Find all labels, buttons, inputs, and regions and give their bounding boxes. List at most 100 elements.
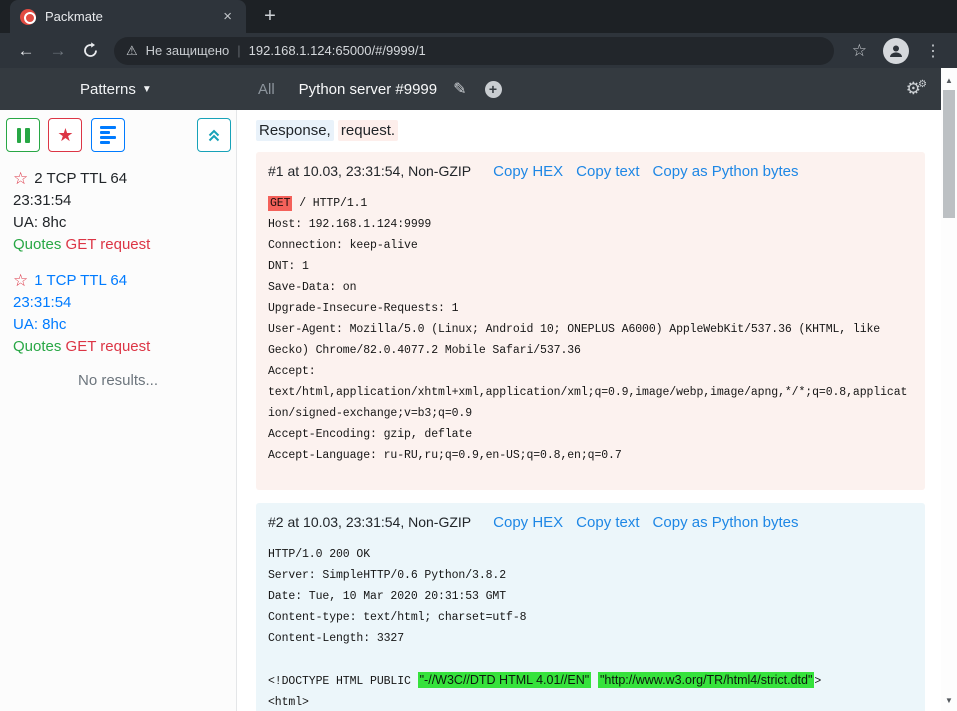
stream-tag: Quotes xyxy=(13,236,61,253)
packet-text: Server: SimpleHTTP/0.6 Python/3.8.2 xyxy=(268,569,506,582)
tab-close-icon[interactable]: × xyxy=(219,7,236,26)
packet-text: ion/signed-exchange;v=b3;q=0.9 xyxy=(268,407,472,420)
back-icon[interactable]: ← xyxy=(13,38,39,64)
url-text[interactable]: 192.168.1.124:65000/#/9999/1 xyxy=(249,43,426,58)
packet-line: <!DOCTYPE HTML PUBLIC "-//W3C//DTD HTML … xyxy=(268,670,913,692)
packet-text: > xyxy=(814,675,821,688)
stream-list-item[interactable]: ☆ 1 TCP TTL 6423:31:54UA: 8hcQuotes GET r… xyxy=(0,270,236,358)
address-bar[interactable]: ⚠ Не защищено | 192.168.1.124:65000/#/99… xyxy=(114,37,834,65)
packet-text: Content-type: text/html; charset=utf-8 xyxy=(268,611,526,624)
packet-line: User-Agent: Mozilla/5.0 (Linux; Android … xyxy=(268,319,913,340)
packet-line: Gecko) Chrome/82.0.4077.2 Mobile Safari/… xyxy=(268,340,913,361)
browser-tab[interactable]: Packmate × xyxy=(10,0,246,33)
packet-line: Upgrade-Insecure-Requests: 1 xyxy=(268,298,913,319)
packet-card-request: #1 at 10.03, 23:31:54, Non-GZIPCopy HEXC… xyxy=(256,152,925,490)
scroll-up-icon[interactable]: ▲ xyxy=(941,76,957,85)
list-view-button[interactable] xyxy=(91,118,125,152)
stream-item-ua: UA: 8hc xyxy=(13,314,228,336)
double-chevron-up-icon xyxy=(205,126,223,144)
copy-action-link[interactable]: Copy text xyxy=(576,514,639,531)
packet-text: Host: 192.168.1.124:9999 xyxy=(268,218,431,231)
scrollbar-thumb[interactable] xyxy=(943,90,955,218)
reload-icon[interactable] xyxy=(77,38,103,64)
gear-small-icon: ⚙ xyxy=(918,79,927,90)
stream-list: ☆2 TCP TTL 6423:31:54UA: 8hcQuotes GET r… xyxy=(0,168,236,358)
copy-action-link[interactable]: Copy as Python bytes xyxy=(653,163,799,180)
pause-icon xyxy=(17,128,30,143)
security-label[interactable]: Не защищено xyxy=(146,43,230,58)
forward-icon[interactable]: → xyxy=(45,38,71,64)
match-highlight: GET xyxy=(268,196,292,211)
packet-body: GET / HTTP/1.1 Host: 192.168.1.124:9999 Co… xyxy=(268,193,913,466)
collapse-sidebar-button[interactable] xyxy=(197,118,231,152)
tab-title: Packmate xyxy=(45,9,219,24)
copy-action-link[interactable]: Copy HEX xyxy=(493,163,563,180)
packet-line: Connection: keep-alive xyxy=(268,235,913,256)
packet-text: Connection: keep-alive xyxy=(268,239,418,252)
packet-line: Accept: xyxy=(268,361,913,382)
packet-text: User-Agent: Mozilla/5.0 (Linux; Android … xyxy=(268,323,880,336)
no-results-label: No results... xyxy=(0,372,236,389)
stream-item-tags: Quotes GET request xyxy=(13,336,228,358)
favorites-filter-button[interactable]: ★ xyxy=(48,118,82,152)
stream-item-tags: Quotes GET request xyxy=(13,234,228,256)
copy-action-link[interactable]: Copy HEX xyxy=(493,514,563,531)
packet-line: Content-type: text/html; charset=utf-8 xyxy=(268,607,913,628)
vertical-scrollbar[interactable]: ▲ ▼ xyxy=(941,68,957,711)
browser-tab-bar: Packmate × + xyxy=(0,0,957,33)
packet-text xyxy=(591,675,598,688)
packet-line: Server: SimpleHTTP/0.6 Python/3.8.2 xyxy=(268,565,913,586)
patterns-label: Patterns xyxy=(80,81,136,98)
packet-line xyxy=(268,649,913,670)
stream-item-ua: UA: 8hc xyxy=(13,212,228,234)
bookmark-star-icon[interactable]: ☆ xyxy=(852,41,867,61)
packet-line: Accept-Language: ru-RU,ru;q=0.9,en-US;q=… xyxy=(268,445,913,466)
stream-item-time: 23:31:54 xyxy=(13,190,228,212)
filter-term: request. xyxy=(338,120,398,141)
new-tab-button[interactable]: + xyxy=(256,2,284,30)
tab-all[interactable]: All xyxy=(258,81,275,98)
browser-menu-icon[interactable]: ⋮ xyxy=(925,41,941,61)
packet-view: Response, request. #1 at 10.03, 23:31:54… xyxy=(238,110,941,711)
pause-capture-button[interactable] xyxy=(6,118,40,152)
packet-text: text/html,application/xhtml+xml,applicat… xyxy=(268,386,907,399)
browser-toolbar: ← → ⚠ Не защищено | 192.168.1.124:65000/… xyxy=(0,33,957,68)
stream-tag: Quotes xyxy=(13,338,61,355)
favorite-star-icon[interactable]: ☆ xyxy=(13,168,28,190)
copy-action-link[interactable]: Copy as Python bytes xyxy=(653,514,799,531)
align-left-icon xyxy=(100,126,116,144)
packet-text: Date: Tue, 10 Mar 2020 20:31:53 GMT xyxy=(268,590,506,603)
settings-gears-icon[interactable]: ⚙ ⚙ xyxy=(906,68,927,110)
stream-item-title: 1 TCP TTL 64 xyxy=(34,270,127,292)
stream-item-time: 23:31:54 xyxy=(13,292,228,314)
pattern-tabs: All Python server #9999 ✎ + xyxy=(258,68,502,110)
packet-line: DNT: 1 xyxy=(268,256,913,277)
favorite-star-icon[interactable]: ☆ xyxy=(13,270,28,292)
stream-item-title-row: ☆ 1 TCP TTL 64 xyxy=(13,270,228,292)
edit-pattern-icon[interactable]: ✎ xyxy=(453,79,466,99)
packet-text: Save-Data: on xyxy=(268,281,356,294)
patterns-dropdown[interactable]: Patterns ▼ xyxy=(80,68,152,110)
profile-avatar[interactable] xyxy=(883,38,909,64)
packet-text: Accept: xyxy=(268,365,316,378)
person-icon xyxy=(888,43,904,59)
packet-line: Date: Tue, 10 Mar 2020 20:31:53 GMT xyxy=(268,586,913,607)
packet-text: <!DOCTYPE HTML PUBLIC xyxy=(268,675,418,688)
packet-text: Accept-Encoding: gzip, deflate xyxy=(268,428,472,441)
stream-list-item[interactable]: ☆2 TCP TTL 6423:31:54UA: 8hcQuotes GET r… xyxy=(0,168,236,256)
filter-text[interactable]: Response, request. xyxy=(256,120,925,142)
packet-text: Accept-Language: ru-RU,ru;q=0.9,en-US;q=… xyxy=(268,449,622,462)
packet-line: <html> xyxy=(268,692,913,711)
packet-text: Upgrade-Insecure-Requests: 1 xyxy=(268,302,458,315)
packet-text: / HTTP/1.1 xyxy=(292,197,367,210)
packet-card-response: #2 at 10.03, 23:31:54, Non-GZIPCopy HEXC… xyxy=(256,503,925,711)
address-divider: | xyxy=(237,43,240,58)
packet-line: HTTP/1.0 200 OK xyxy=(268,544,913,565)
scroll-down-icon[interactable]: ▼ xyxy=(941,696,957,705)
match-highlight: "-//W3C//DTD HTML 4.01//EN" xyxy=(418,672,592,688)
add-pattern-icon[interactable]: + xyxy=(485,81,502,98)
packet-text: HTTP/1.0 200 OK xyxy=(268,548,370,561)
copy-action-link[interactable]: Copy text xyxy=(576,163,639,180)
stream-sidebar: ★ ☆2 TCP TTL 6423:31:54UA: 8hcQuotes GET… xyxy=(0,110,237,711)
tab-current-pattern[interactable]: Python server #9999 xyxy=(299,81,437,98)
